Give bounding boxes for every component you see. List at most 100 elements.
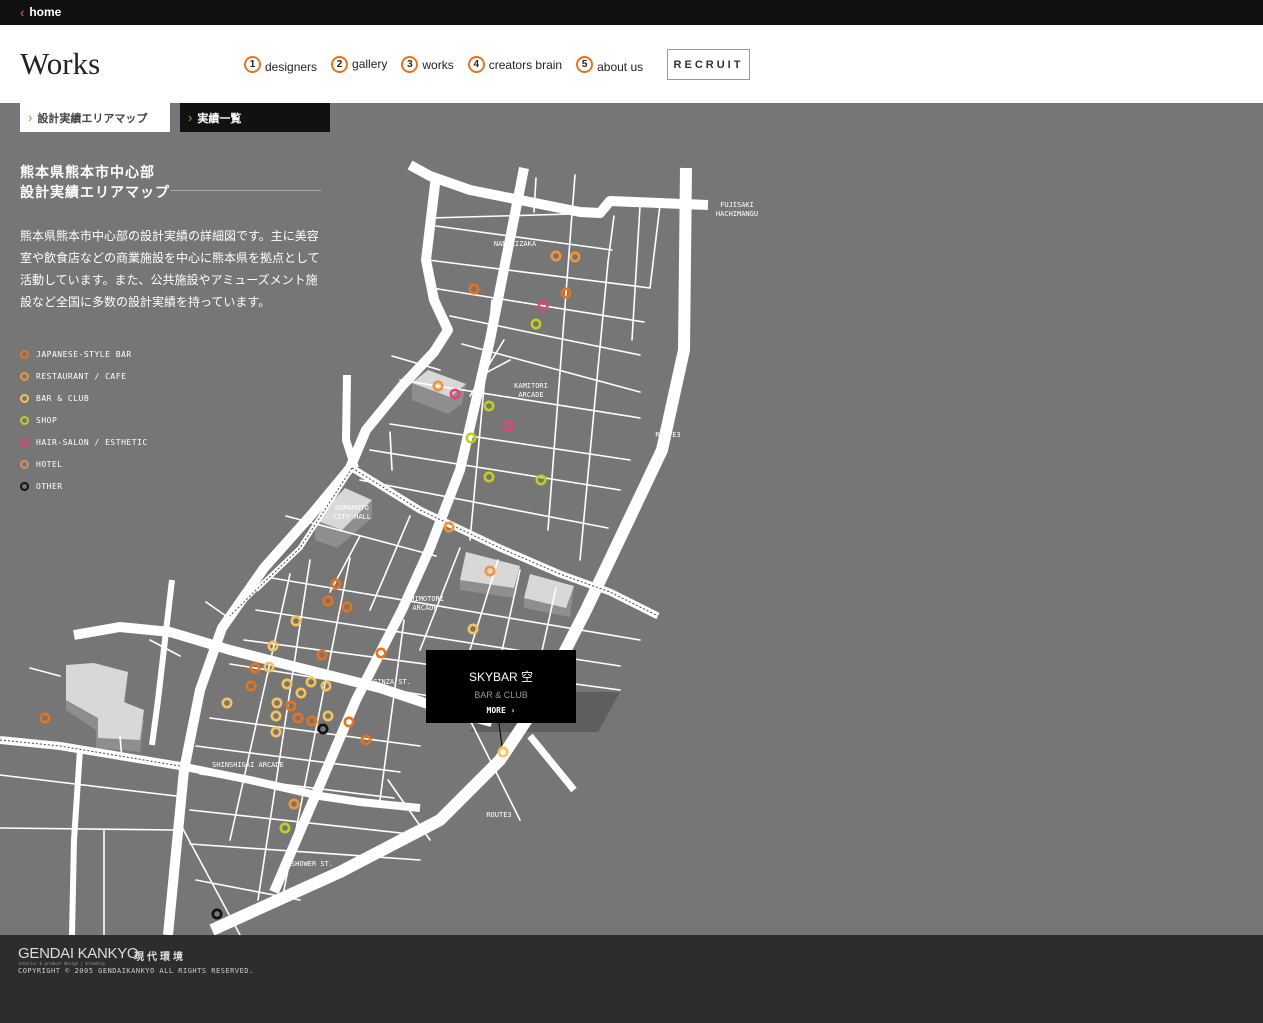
legend-label: OTHER bbox=[36, 481, 63, 491]
map-label-namikizaka: NAMIKIZAKA bbox=[494, 240, 537, 248]
map-label-kamitori: KAMITORI bbox=[514, 382, 548, 390]
map-label-fujisaki: FUJISAKI bbox=[720, 201, 754, 209]
nav-label: works bbox=[422, 57, 454, 72]
chevron-left-icon: ‹ bbox=[20, 4, 25, 20]
location-popup: SKYBAR 空 BAR & CLUB MORE › bbox=[426, 650, 576, 723]
footer-logo: GENDAI KANKYO bbox=[18, 945, 139, 962]
map-label-shimotori: SHIMOTORI bbox=[406, 595, 444, 603]
footer-logo-tagline: interior & product design | branding bbox=[18, 961, 105, 966]
tab-works-list[interactable]: › 実績一覧 bbox=[180, 103, 330, 132]
legend-label: SHOP bbox=[36, 415, 58, 425]
location-marker-icon[interactable] bbox=[281, 678, 293, 690]
legend-dot-icon bbox=[20, 371, 29, 381]
map-label-shower: SHOWER ST. bbox=[291, 860, 333, 868]
nav-item-designers[interactable]: 1 designers bbox=[244, 56, 318, 74]
header: Works 1 designers 2 gallery 3 works 4 cr… bbox=[0, 25, 1263, 103]
main-nav: 1 designers 2 gallery 3 works 4 creators… bbox=[244, 56, 657, 74]
tab-area-map[interactable]: › 設計実績エリアマップ bbox=[20, 103, 170, 132]
location-marker-icon[interactable] bbox=[279, 822, 291, 834]
location-marker-icon[interactable] bbox=[39, 712, 51, 724]
legend-dot-icon bbox=[20, 459, 29, 469]
location-marker-icon[interactable] bbox=[330, 578, 342, 590]
top-bar: ‹ home bbox=[0, 0, 1263, 25]
sidebar-title-line1: 熊本県熊本市中心部 bbox=[20, 164, 155, 180]
nav-label: about us bbox=[597, 59, 644, 74]
location-marker-icon[interactable] bbox=[316, 649, 328, 661]
location-marker-icon[interactable] bbox=[535, 474, 547, 486]
location-marker-icon[interactable] bbox=[322, 710, 334, 722]
map-label-hachimangu: HACHIMANGU bbox=[716, 210, 758, 218]
legend-dot-icon bbox=[20, 481, 29, 491]
location-marker-icon[interactable] bbox=[305, 676, 317, 688]
location-marker-icon[interactable] bbox=[306, 715, 318, 727]
legend-item-hotel[interactable]: HOTEL bbox=[20, 453, 148, 475]
legend-label: JAPANESE-STYLE BAR bbox=[36, 349, 132, 359]
legend-label: HAIR-SALON / ESTHETIC bbox=[36, 437, 148, 447]
location-marker-icon[interactable] bbox=[285, 700, 297, 712]
nav-number-badge: 3 bbox=[401, 56, 419, 73]
location-marker-icon[interactable] bbox=[221, 697, 233, 709]
location-marker-icon[interactable] bbox=[467, 623, 479, 635]
nav-item-gallery[interactable]: 2 gallery bbox=[331, 56, 387, 73]
location-marker-icon[interactable] bbox=[468, 283, 480, 295]
location-marker-icon[interactable] bbox=[550, 250, 562, 262]
sidebar-title: 熊本県熊本市中心部 設計実績エリアマップ bbox=[20, 162, 170, 202]
location-marker-icon[interactable] bbox=[530, 318, 542, 330]
tab-label: 実績一覧 bbox=[197, 112, 242, 125]
location-marker-icon[interactable] bbox=[292, 712, 304, 724]
nav-item-works[interactable]: 3 works bbox=[401, 56, 454, 73]
location-marker-icon[interactable] bbox=[270, 710, 282, 722]
map-label-route3-south: ROUTE3 bbox=[486, 811, 511, 819]
location-marker-icon[interactable] bbox=[295, 687, 307, 699]
popup-more-link[interactable]: MORE › bbox=[426, 706, 576, 715]
nav-number-badge: 4 bbox=[467, 56, 485, 73]
location-marker-icon[interactable] bbox=[271, 697, 283, 709]
legend-label: RESTAURANT / CAFE bbox=[36, 371, 127, 381]
recruit-button[interactable]: RECRUIT bbox=[667, 49, 750, 80]
nav-number-badge: 1 bbox=[244, 56, 261, 73]
location-marker-icon[interactable] bbox=[288, 798, 300, 810]
nav-label: gallery bbox=[352, 56, 388, 71]
location-marker-icon[interactable] bbox=[245, 680, 257, 692]
map-label-route3-east: ROUTE3 bbox=[655, 431, 680, 439]
location-marker-icon[interactable] bbox=[320, 680, 332, 692]
sidebar-description: 熊本県熊本市中心部の設計実績の詳細図です。主に美容室や飲食店などの商業施設を中心… bbox=[20, 229, 320, 309]
home-link[interactable]: ‹ home bbox=[20, 5, 61, 19]
map-label-ginza: GINZA ST. bbox=[373, 678, 411, 686]
location-marker-icon[interactable] bbox=[211, 908, 223, 920]
legend-dot-icon bbox=[20, 415, 29, 425]
map-label-shimotori-arcade: ARCADE bbox=[412, 604, 437, 612]
nav-item-about-us[interactable]: 5 about us bbox=[576, 56, 644, 74]
location-marker-icon[interactable] bbox=[502, 420, 514, 432]
legend-item-restaurant-cafe[interactable]: RESTAURANT / CAFE bbox=[20, 365, 148, 387]
legend-item-shop[interactable]: SHOP bbox=[20, 409, 148, 431]
page-title: Works bbox=[20, 46, 101, 81]
location-marker-icon[interactable] bbox=[569, 251, 581, 263]
location-marker-icon[interactable] bbox=[322, 595, 334, 607]
map-label-city-hall: CITY HALL bbox=[333, 513, 371, 521]
location-marker-icon[interactable] bbox=[483, 471, 495, 483]
legend-item-other[interactable]: OTHER bbox=[20, 475, 148, 497]
chevron-right-icon: › bbox=[28, 110, 33, 125]
location-marker-icon[interactable] bbox=[341, 601, 353, 613]
map-label-kumamoto: KUMAMOTO bbox=[335, 504, 369, 512]
legend-item-hair-salon[interactable]: HAIR-SALON / ESTHETIC bbox=[20, 431, 148, 453]
map-legend: JAPANESE-STYLE BAR RESTAURANT / CAFE BAR… bbox=[20, 343, 148, 497]
location-marker-icon[interactable] bbox=[317, 723, 329, 735]
legend-item-bar-club[interactable]: BAR & CLUB bbox=[20, 387, 148, 409]
location-marker-icon[interactable] bbox=[483, 400, 495, 412]
location-marker-icon[interactable] bbox=[270, 726, 282, 738]
location-marker-icon[interactable] bbox=[290, 615, 302, 627]
nav-label: designers bbox=[265, 59, 318, 74]
chevron-right-icon: › bbox=[188, 110, 193, 125]
nav-item-creators-brain[interactable]: 4 creators brain bbox=[467, 56, 563, 73]
legend-label: HOTEL bbox=[36, 459, 63, 469]
nav-label: creators brain bbox=[488, 57, 563, 72]
footer-logo-jp: 現代環境 bbox=[134, 952, 186, 963]
map-label-kamitori-arcade: ARCADE bbox=[518, 391, 543, 399]
footer: GENDAI KANKYO interior & product design … bbox=[0, 935, 1263, 1023]
popup-category: BAR & CLUB bbox=[474, 690, 528, 700]
location-marker-icon[interactable] bbox=[360, 734, 372, 746]
home-label: home bbox=[29, 5, 62, 19]
legend-item-japanese-bar[interactable]: JAPANESE-STYLE BAR bbox=[20, 343, 148, 365]
